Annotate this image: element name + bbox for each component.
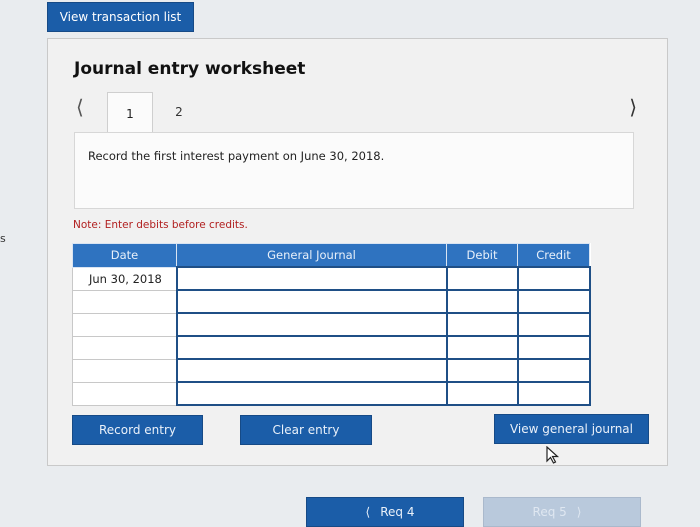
general-journal-input[interactable] (175, 335, 448, 360)
view-transaction-list-button[interactable]: View transaction list (47, 2, 194, 32)
credit-input[interactable] (516, 358, 591, 383)
general-journal-input[interactable] (175, 312, 448, 337)
debit-input[interactable] (445, 381, 519, 406)
table-header-row: Date General Journal Debit Credit (72, 243, 590, 268)
clear-entry-button[interactable]: Clear entry (240, 415, 372, 445)
next-req-button[interactable]: Req 5 ⟩ (483, 497, 641, 527)
debit-input[interactable] (445, 358, 519, 383)
table-row (72, 381, 591, 406)
tab-1[interactable]: 1 (107, 92, 153, 134)
tab-2-label: 2 (175, 105, 183, 119)
side-marker-text: s (0, 232, 6, 245)
general-journal-input[interactable] (175, 381, 448, 406)
credit-input[interactable] (516, 335, 591, 360)
debit-input[interactable] (445, 312, 519, 337)
general-journal-input[interactable] (175, 289, 448, 314)
table-row (72, 335, 591, 360)
column-header-date: Date (72, 243, 177, 268)
journal-entry-table: Date General Journal Debit Credit Jun 30… (72, 243, 591, 406)
date-cell: Jun 30, 2018 (72, 266, 177, 291)
date-cell (72, 289, 177, 314)
debit-input[interactable] (445, 266, 519, 291)
instruction-box: Record the first interest payment on Jun… (74, 132, 634, 209)
chevron-right-icon[interactable]: ⟩ (629, 95, 637, 119)
chevron-left-icon[interactable]: ⟨ (76, 95, 84, 119)
table-row (72, 358, 591, 383)
prev-req-button[interactable]: ⟨ Req 4 (306, 497, 464, 527)
chevron-right-icon: ⟩ (576, 505, 582, 519)
credit-input[interactable] (516, 266, 591, 291)
tab-1-label: 1 (126, 106, 134, 121)
date-cell (72, 335, 177, 360)
column-header-credit: Credit (517, 243, 590, 268)
prev-req-label: Req 4 (380, 505, 415, 519)
chevron-left-icon: ⟨ (365, 505, 371, 519)
next-req-label: Req 5 (532, 505, 567, 519)
credit-input[interactable] (516, 381, 591, 406)
table-row (72, 289, 591, 314)
date-cell (72, 358, 177, 383)
date-cell (72, 312, 177, 337)
tab-2[interactable]: 2 (156, 92, 202, 132)
note-text: Note: Enter debits before credits. (73, 219, 248, 231)
general-journal-input[interactable] (175, 358, 448, 383)
general-journal-input[interactable] (175, 266, 448, 291)
column-header-general-journal: General Journal (176, 243, 447, 268)
record-entry-button[interactable]: Record entry (72, 415, 203, 445)
mouse-cursor-icon (546, 446, 560, 464)
instruction-text: Record the first interest payment on Jun… (88, 149, 385, 163)
journal-entry-worksheet-panel: Journal entry worksheet ⟨ 1 2 ⟩ Record t… (47, 38, 668, 466)
debit-input[interactable] (445, 335, 519, 360)
table-row: Jun 30, 2018 (72, 266, 591, 291)
worksheet-title: Journal entry worksheet (74, 59, 306, 79)
table-row (72, 312, 591, 337)
debit-input[interactable] (445, 289, 519, 314)
credit-input[interactable] (516, 289, 591, 314)
date-cell (72, 381, 177, 406)
credit-input[interactable] (516, 312, 591, 337)
view-general-journal-button[interactable]: View general journal (494, 414, 649, 444)
column-header-debit: Debit (446, 243, 518, 268)
